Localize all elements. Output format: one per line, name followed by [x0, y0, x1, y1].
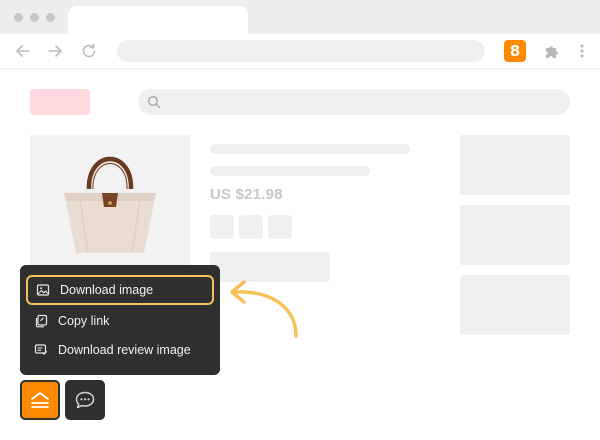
menu-item-label: Download review image — [58, 343, 191, 357]
extensions-puzzle-icon[interactable] — [543, 42, 561, 60]
product-subtitle-placeholder — [210, 166, 370, 176]
back-arrow-icon[interactable] — [14, 42, 32, 60]
side-card[interactable] — [460, 205, 570, 265]
reload-icon[interactable] — [80, 42, 98, 60]
menu-item-label: Copy link — [58, 314, 110, 328]
curved-arrow-icon — [230, 280, 298, 338]
image-icon — [36, 284, 50, 296]
menu-item-download-review-image[interactable]: Download review image — [26, 335, 214, 365]
menu-item-label: Download image — [60, 283, 154, 297]
extension-badge-button[interactable]: 8 — [504, 40, 526, 62]
tab-strip — [0, 0, 600, 34]
copy-link-icon — [35, 314, 48, 328]
browser-tab[interactable] — [68, 6, 248, 34]
address-bar[interactable] — [117, 40, 485, 62]
product-title-placeholder — [210, 144, 410, 154]
more-menu-icon[interactable] — [577, 42, 587, 60]
home-menu-button[interactable] — [20, 380, 60, 420]
product-image-card[interactable] — [30, 135, 190, 270]
forward-arrow-icon[interactable] — [46, 42, 64, 60]
variant-swatch[interactable] — [268, 215, 292, 239]
browser-window: 8 US $21.98 Download image Copy link Dow… — [0, 0, 600, 440]
menu-item-copy-link[interactable]: Copy link — [26, 306, 214, 336]
home-menu-icon — [31, 392, 49, 408]
search-bar[interactable] — [138, 89, 570, 115]
search-icon — [147, 95, 161, 109]
window-control-dot[interactable] — [14, 13, 23, 22]
window-control-dot[interactable] — [46, 13, 55, 22]
context-menu: Download image Copy link Download review… — [20, 265, 220, 375]
variant-swatch[interactable] — [210, 215, 234, 239]
tote-bag-image — [64, 156, 156, 253]
product-price: US $21.98 — [210, 186, 283, 203]
chat-icon — [75, 391, 95, 409]
chat-button[interactable] — [65, 380, 105, 420]
side-card[interactable] — [460, 275, 570, 335]
review-image-icon — [34, 344, 48, 355]
variant-swatch[interactable] — [239, 215, 263, 239]
browser-toolbar: 8 — [0, 34, 600, 69]
menu-item-download-image[interactable]: Download image — [26, 275, 214, 305]
window-control-dot[interactable] — [30, 13, 39, 22]
side-card[interactable] — [460, 135, 570, 195]
site-logo-placeholder — [30, 89, 90, 115]
